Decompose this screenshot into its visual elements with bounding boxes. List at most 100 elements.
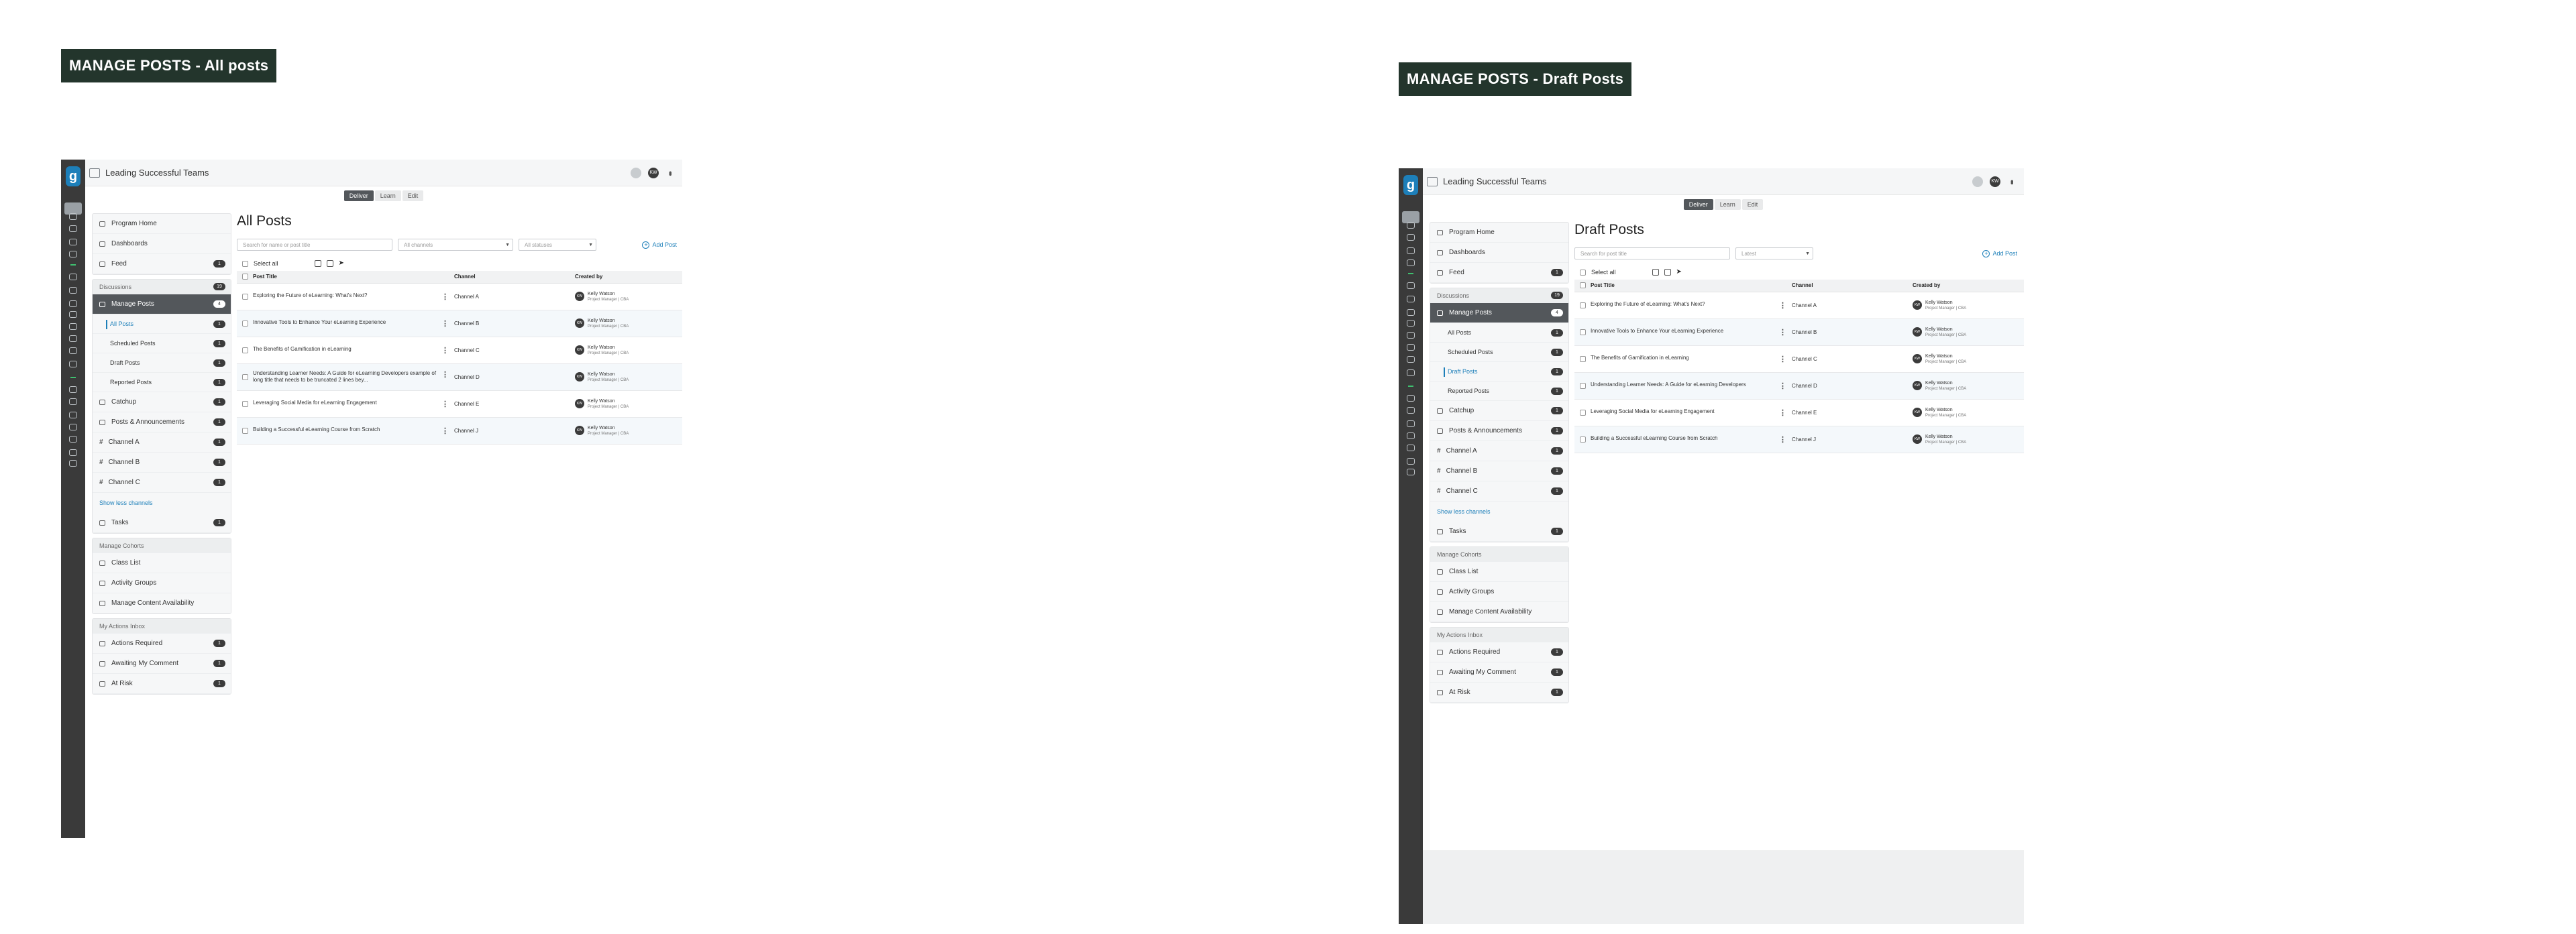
rail-nav-icon[interactable] — [1407, 458, 1415, 465]
rail-nav-icon[interactable] — [69, 386, 77, 393]
table-row[interactable]: Building a Successful eLearning Course f… — [237, 417, 682, 445]
more-options-icon[interactable]: ⋮ — [441, 346, 449, 355]
more-options-icon[interactable]: ⋮ — [1779, 382, 1786, 390]
delete-icon[interactable] — [1652, 269, 1659, 276]
checkbox[interactable] — [1580, 355, 1586, 362]
nav-channel-item[interactable]: # Channel B 1 — [1430, 461, 1568, 481]
rail-nav-icon[interactable] — [69, 287, 77, 294]
checkbox[interactable] — [242, 274, 248, 280]
nav-cohort-item[interactable]: Manage Content Availability — [1430, 602, 1568, 622]
more-options-icon[interactable]: ⋮ — [1779, 328, 1786, 337]
nav-subitem[interactable]: Scheduled Posts 1 — [93, 334, 231, 353]
nav-cohort-item[interactable]: Manage Content Availability — [93, 593, 231, 614]
checkbox[interactable] — [1580, 436, 1586, 443]
nav-subitem[interactable]: Draft Posts 1 — [1430, 362, 1568, 382]
checkbox[interactable] — [242, 347, 248, 353]
rail-nav-icon[interactable] — [1407, 282, 1415, 289]
rail-nav-icon[interactable] — [69, 460, 77, 467]
nav-item-manage-posts[interactable]: Manage Posts 4 — [93, 294, 231, 314]
table-row[interactable]: Exploring the Future of eLearning: What'… — [237, 283, 682, 310]
mode-edit-button[interactable]: Edit — [1741, 199, 1764, 210]
nav-subitem[interactable]: Scheduled Posts 1 — [1430, 343, 1568, 362]
table-row[interactable]: Leveraging Social Media for eLearning En… — [1574, 399, 2024, 426]
nav-channel-item[interactable]: Posts & Announcements 1 — [93, 412, 231, 432]
nav-item-home[interactable]: Program Home — [1430, 223, 1568, 243]
archive-icon[interactable] — [326, 260, 333, 267]
rail-nav-icon[interactable] — [69, 398, 77, 405]
nav-channel-item[interactable]: # Channel A 1 — [1430, 441, 1568, 461]
rail-nav-icon[interactable] — [69, 449, 77, 456]
rail-nav-icon[interactable] — [1407, 344, 1415, 351]
more-options-icon[interactable]: ⋮ — [1779, 301, 1786, 310]
post-title-cell[interactable]: Leveraging Social Media for eLearning En… — [1588, 399, 1789, 426]
post-title-cell[interactable]: Exploring the Future of eLearning: What'… — [250, 283, 451, 310]
checkbox[interactable] — [242, 400, 248, 407]
sort-select[interactable]: Latest ▼ — [1735, 247, 1813, 259]
checkbox[interactable] — [1580, 282, 1586, 289]
kebab-menu-icon[interactable]: ••• — [665, 171, 676, 174]
rail-nav-icon[interactable] — [69, 225, 77, 232]
rail-nav-icon[interactable] — [69, 213, 77, 220]
post-title-cell[interactable]: Exploring the Future of eLearning: What'… — [1588, 292, 1789, 319]
nav-inbox-item[interactable]: At Risk 1 — [1430, 683, 1568, 703]
post-title-cell[interactable]: Innovative Tools to Enhance Your eLearni… — [1588, 318, 1789, 346]
nav-channel-item[interactable]: Posts & Announcements 1 — [1430, 421, 1568, 441]
checkbox[interactable] — [242, 320, 248, 327]
rail-nav-icon[interactable] — [69, 424, 77, 430]
more-options-icon[interactable]: ⋮ — [1779, 435, 1786, 444]
mode-learn-button[interactable]: Learn — [1714, 199, 1741, 210]
nav-subitem[interactable]: Reported Posts 1 — [1430, 382, 1568, 401]
table-row[interactable]: Understanding Learner Needs: A Guide for… — [237, 363, 682, 391]
checkbox[interactable] — [242, 427, 248, 434]
delete-icon[interactable] — [314, 260, 321, 267]
rail-nav-icon[interactable] — [1407, 320, 1415, 327]
rail-nav-icon[interactable] — [1407, 247, 1415, 254]
nav-inbox-item[interactable]: Actions Required 1 — [1430, 642, 1568, 662]
nav-channel-item[interactable]: Catchup 1 — [93, 392, 231, 412]
channel-select[interactable]: All channels ▼ — [398, 239, 513, 251]
mode-learn-button[interactable]: Learn — [374, 190, 401, 201]
nav-item-tasks[interactable]: Tasks 1 — [93, 513, 231, 533]
mode-edit-button[interactable]: Edit — [402, 190, 424, 201]
rail-nav-icon[interactable] — [1407, 222, 1415, 229]
search-input[interactable]: Search for name or post title — [237, 239, 392, 251]
search-input[interactable]: Search for post title — [1574, 247, 1730, 259]
rail-nav-icon[interactable] — [1407, 296, 1415, 302]
rail-nav-icon[interactable] — [1407, 432, 1415, 439]
post-title-cell[interactable]: Understanding Learner Needs: A Guide for… — [1588, 372, 1789, 400]
nav-channel-item[interactable]: Catchup 1 — [1430, 401, 1568, 421]
nav-item-feed[interactable]: Feed 1 — [93, 254, 231, 274]
more-options-icon[interactable]: ⋮ — [441, 292, 449, 301]
rail-nav-icon[interactable] — [69, 274, 77, 280]
table-row[interactable]: Building a Successful eLearning Course f… — [1574, 426, 2024, 453]
table-row[interactable]: Leveraging Social Media for eLearning En… — [237, 390, 682, 418]
post-title-cell[interactable]: Leveraging Social Media for eLearning En… — [250, 390, 451, 418]
rail-nav-icon[interactable] — [69, 251, 77, 257]
table-row[interactable]: The Benefits of Gamification in eLearnin… — [237, 337, 682, 364]
more-options-icon[interactable]: ⋮ — [1779, 408, 1786, 417]
checkbox[interactable] — [1580, 329, 1586, 335]
rail-nav-icon[interactable] — [69, 335, 77, 342]
mode-deliver-button[interactable]: Deliver — [1683, 199, 1713, 210]
rail-nav-icon[interactable] — [1407, 259, 1415, 266]
nav-inbox-item[interactable]: Actions Required 1 — [93, 634, 231, 654]
rail-nav-icon[interactable] — [69, 311, 77, 318]
nav-inbox-item[interactable]: At Risk 1 — [93, 674, 231, 694]
select-all-checkbox[interactable] — [242, 260, 248, 267]
nav-cohort-item[interactable]: Activity Groups — [1430, 582, 1568, 602]
table-row[interactable]: Understanding Learner Needs: A Guide for… — [1574, 372, 2024, 400]
post-title-cell[interactable]: Understanding Learner Needs: A Guide for… — [250, 363, 451, 391]
nav-item-tasks[interactable]: Tasks 1 — [1430, 522, 1568, 542]
rail-nav-icon[interactable] — [69, 361, 77, 367]
rail-nav-icon[interactable] — [1407, 445, 1415, 451]
rail-nav-icon[interactable] — [1407, 356, 1415, 363]
notifications-icon[interactable] — [631, 167, 641, 178]
checkbox[interactable] — [242, 373, 248, 380]
rail-nav-icon[interactable] — [1407, 420, 1415, 427]
rail-nav-icon[interactable] — [69, 323, 77, 330]
checkbox[interactable] — [1580, 409, 1586, 416]
table-row[interactable]: The Benefits of Gamification in eLearnin… — [1574, 345, 2024, 373]
rail-nav-icon[interactable] — [1407, 395, 1415, 402]
send-icon[interactable]: ➤ — [1676, 269, 1683, 276]
rail-nav-icon[interactable] — [69, 436, 77, 443]
